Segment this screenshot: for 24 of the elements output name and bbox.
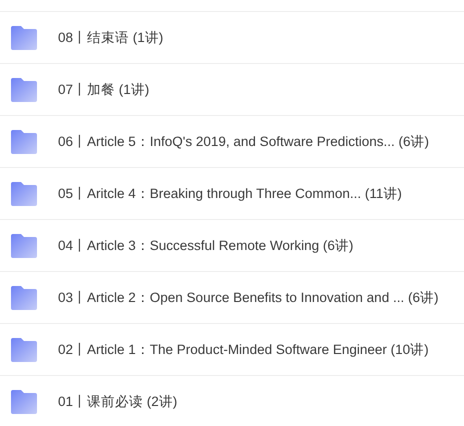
folder-title: 05丨Aritcle 4：Breaking through Three Common... (11讲) — [58, 184, 402, 202]
folder-icon — [10, 286, 38, 310]
folder-icon — [10, 130, 38, 154]
folder-row[interactable]: 06丨Article 5：InfoQ's 2019, and Software Predictions... (6讲) — [0, 115, 464, 167]
folder-title: 08丨结束语 (1讲) — [58, 28, 164, 46]
folder-title: 04丨Article 3：Successful Remote Working (6讲) — [58, 236, 354, 254]
folder-icon — [10, 234, 38, 258]
folder-row[interactable]: 04丨Article 3：Successful Remote Working (6讲) — [0, 219, 464, 271]
folder-row[interactable]: 02丨Article 1：The Product-Minded Software Engineer (10讲) — [0, 323, 464, 375]
folder-icon — [10, 182, 38, 206]
folder-row[interactable]: 08丨结束语 (1讲) — [0, 11, 464, 63]
folder-row[interactable]: 03丨Article 2：Open Source Benefits to Innovation and ... (6讲) — [0, 271, 464, 323]
folder-title: 06丨Article 5：InfoQ's 2019, and Software Predictions... (6讲) — [58, 132, 429, 150]
folder-row[interactable]: 07丨加餐 (1讲) — [0, 63, 464, 115]
folder-icon — [10, 390, 38, 414]
folder-icon — [10, 338, 38, 362]
folder-row[interactable]: 05丨Aritcle 4：Breaking through Three Common... (11讲) — [0, 167, 464, 219]
folder-row[interactable]: 01丨课前必读 (2讲) — [0, 375, 464, 426]
folder-icon — [10, 26, 38, 50]
folder-title: 02丨Article 1：The Product-Minded Software Engineer (10讲) — [58, 340, 429, 358]
folder-title: 01丨课前必读 (2讲) — [58, 392, 178, 410]
folder-icon — [10, 78, 38, 102]
folder-title: 07丨加餐 (1讲) — [58, 80, 150, 98]
folder-title: 03丨Article 2：Open Source Benefits to Innovation and ... (6讲) — [58, 288, 438, 306]
